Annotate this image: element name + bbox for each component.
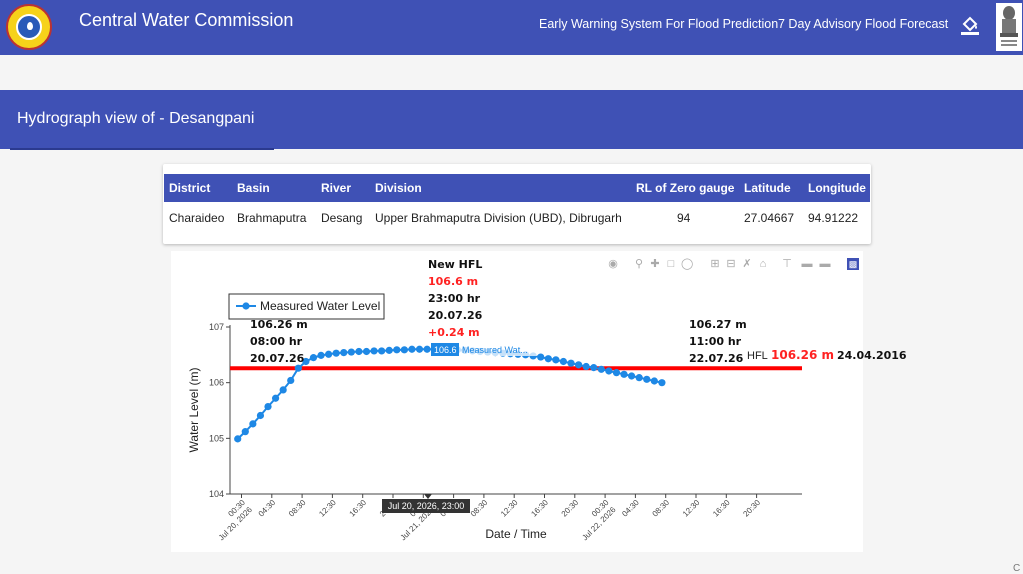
annotation-start-line: 20.07.26 <box>250 352 305 365</box>
annotation-start-line: 08:00 hr <box>250 335 303 348</box>
x-tick-label: 16:30 <box>348 498 369 519</box>
x-tick-label: 00:30Jul 20, 2026 <box>217 498 255 543</box>
data-point[interactable] <box>650 377 658 385</box>
y-tick-label: 106 <box>209 378 224 388</box>
corner-char: C <box>1013 563 1021 574</box>
hfl-value: 106.26 m <box>771 348 834 362</box>
x-tick-time: 16:30 <box>348 498 369 519</box>
hfl-label: HFL <box>747 350 768 362</box>
data-point[interactable] <box>317 351 325 359</box>
data-point[interactable] <box>400 346 408 354</box>
data-point[interactable] <box>643 375 651 383</box>
data-point[interactable] <box>385 346 393 354</box>
data-point[interactable] <box>393 346 401 354</box>
data-point[interactable] <box>264 403 272 411</box>
x-tick-time: 20:30 <box>741 498 762 519</box>
x-tick-label: 20:30 <box>560 498 581 519</box>
data-point[interactable] <box>234 435 242 443</box>
legend-label: Measured Water Level <box>260 299 380 313</box>
x-tick-time: 04:30 <box>257 498 278 519</box>
x-tick-time: 12:30 <box>499 498 520 519</box>
x-tick-label: 12:30 <box>681 498 702 519</box>
x-tick-label: 16:30 <box>529 498 550 519</box>
x-tick-time: 08:30 <box>651 498 672 519</box>
x-tick-time: 20:30 <box>560 498 581 519</box>
annotation-new-hfl-title: New HFL <box>428 258 482 271</box>
annotation-later-line: 106.27 m <box>689 318 747 331</box>
data-point[interactable] <box>612 369 621 377</box>
data-point[interactable] <box>370 347 378 355</box>
hover-x-label: Jul 20, 2026, 23:00 <box>388 501 465 511</box>
x-tick-time: 12:30 <box>317 498 338 519</box>
data-point[interactable] <box>590 364 598 372</box>
x-tick-label: 08:30 <box>469 498 490 519</box>
annotation-new-hfl-date: 20.07.26 <box>428 309 483 322</box>
x-tick-label: 20:30 <box>741 498 762 519</box>
data-point[interactable] <box>332 349 340 357</box>
x-tick-time: 12:30 <box>681 498 702 519</box>
data-point[interactable] <box>340 349 348 357</box>
data-point[interactable] <box>658 379 666 387</box>
data-point[interactable] <box>362 347 371 356</box>
hover-x-pointer <box>424 494 432 499</box>
x-tick-label: 12:30 <box>499 498 520 519</box>
y-tick-label: 104 <box>209 489 224 499</box>
data-point[interactable] <box>635 374 643 382</box>
data-point[interactable] <box>355 347 363 356</box>
hover-value: 106.6 <box>434 345 457 355</box>
x-tick-label: 04:30 <box>620 498 641 519</box>
data-point[interactable] <box>279 386 287 394</box>
data-point[interactable] <box>249 420 257 428</box>
annotation-later-line: 22.07.26 <box>689 352 744 365</box>
annotation-start-line: 106.26 m <box>250 318 308 331</box>
x-tick-time: 16:30 <box>529 498 550 519</box>
data-point[interactable] <box>537 353 545 361</box>
hydrograph-chart[interactable]: 10410510610700:30Jul 20, 2026 04:30 08:30 1… <box>0 0 1023 574</box>
x-tick-label: 08:30 <box>287 498 308 519</box>
data-point[interactable] <box>423 345 431 353</box>
x-tick-time: 16:30 <box>711 498 732 519</box>
y-tick-label: 105 <box>209 433 224 443</box>
data-point[interactable] <box>415 345 424 353</box>
x-axis-title: Date / Time <box>485 527 547 541</box>
data-point[interactable] <box>309 354 318 362</box>
data-point[interactable] <box>552 356 560 364</box>
data-point[interactable] <box>408 345 416 353</box>
data-point[interactable] <box>567 359 575 367</box>
x-tick-time: 04:30 <box>620 498 641 519</box>
data-point[interactable] <box>287 376 295 385</box>
data-point[interactable] <box>325 350 333 358</box>
x-tick-label: 12:30 <box>317 498 338 519</box>
data-point[interactable] <box>628 372 636 380</box>
x-tick-time: 08:30 <box>469 498 490 519</box>
data-point[interactable] <box>271 394 280 402</box>
x-tick-label: 16:30 <box>711 498 732 519</box>
data-point[interactable] <box>620 370 628 378</box>
annotation-new-hfl-value: 106.6 m <box>428 275 478 288</box>
data-point[interactable] <box>241 428 249 436</box>
data-point[interactable] <box>559 357 568 366</box>
x-tick-time: 08:30 <box>287 498 308 519</box>
hfl-date: 24.04.2016 <box>837 349 907 362</box>
y-tick-label: 107 <box>209 322 224 332</box>
data-point[interactable] <box>347 348 355 356</box>
data-point[interactable] <box>294 364 302 372</box>
hover-series-name: Measured Wat... <box>462 345 528 355</box>
x-tick-label: 04:30 <box>257 498 278 519</box>
data-point[interactable] <box>582 362 590 371</box>
data-point[interactable] <box>378 347 386 355</box>
legend-marker <box>242 302 250 310</box>
annotation-new-hfl-time: 23:00 hr <box>428 292 481 305</box>
data-point[interactable] <box>544 355 552 363</box>
data-point[interactable] <box>597 365 605 373</box>
x-tick-label: 08:30 <box>651 498 672 519</box>
data-point[interactable] <box>256 411 265 420</box>
annotation-new-hfl-rise: +0.24 m <box>428 326 480 339</box>
data-point[interactable] <box>574 361 583 369</box>
annotation-later-line: 11:00 hr <box>689 335 742 348</box>
y-axis-title: Water Level (m) <box>187 368 201 453</box>
data-point[interactable] <box>605 367 613 375</box>
